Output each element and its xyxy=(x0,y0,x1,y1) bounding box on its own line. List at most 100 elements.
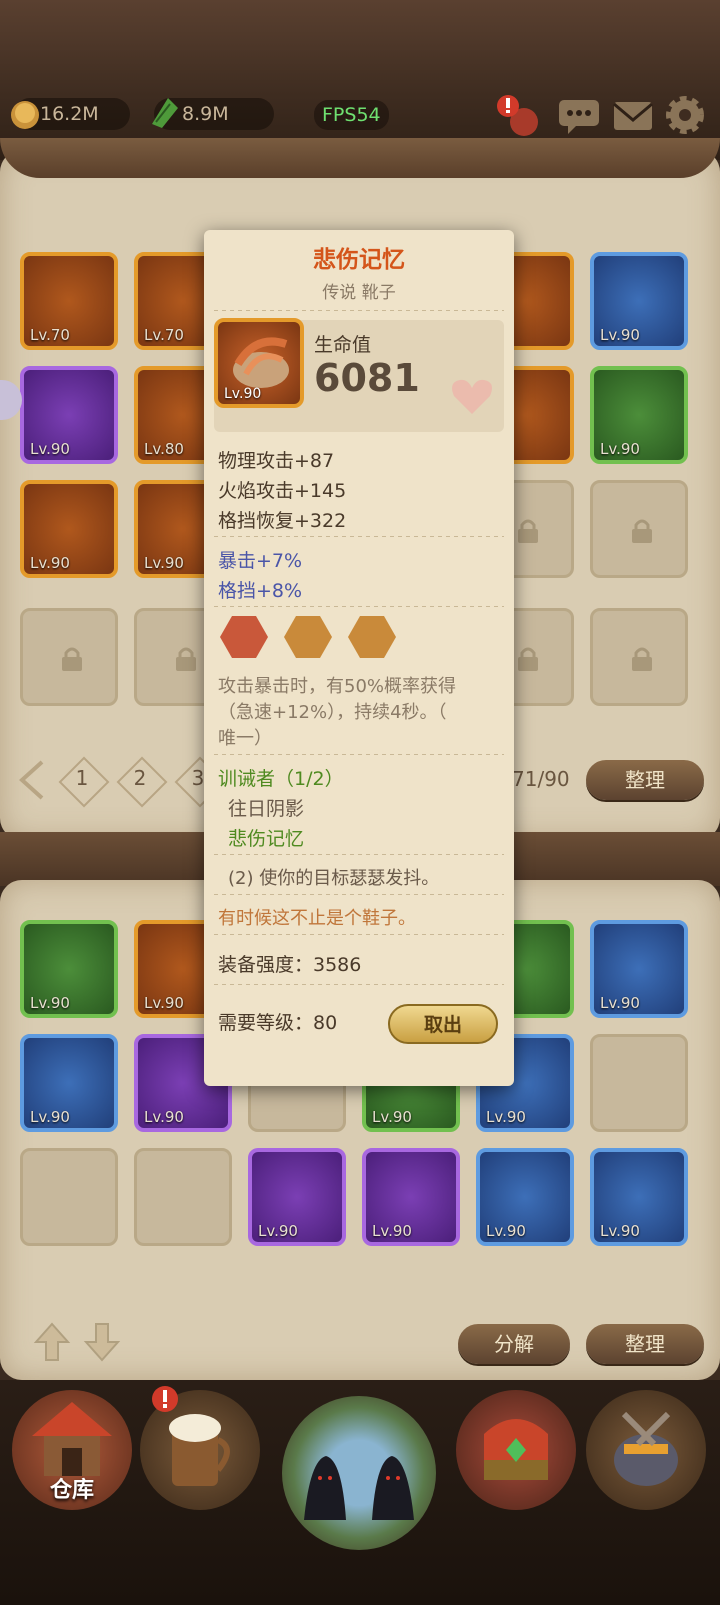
equipment-slot[interactable]: Lv.90 xyxy=(590,366,688,464)
lock-icon xyxy=(518,647,538,671)
page-prev-icon[interactable] xyxy=(18,760,46,800)
settings-gear-icon[interactable] xyxy=(662,92,708,138)
sort-button-lower[interactable]: 整理 xyxy=(586,1324,704,1364)
stat-line: 物理攻击+87 xyxy=(218,450,335,472)
divider xyxy=(214,754,504,755)
page-1-label: 1 xyxy=(75,766,89,790)
equipment-slot[interactable] xyxy=(590,1034,688,1132)
effect-line: 攻击暴击时，有50%概率获得 xyxy=(218,676,457,697)
main-stat-box: Lv.90 生命值 6081 xyxy=(214,318,504,432)
equipment-slot[interactable]: Lv.90 xyxy=(362,1148,460,1246)
bonus-stat-line: 格挡+8% xyxy=(218,580,303,602)
gem-counter[interactable]: 8.9M xyxy=(152,98,274,130)
slot-level: Lv.90 xyxy=(30,440,70,458)
forge-anvil-icon xyxy=(614,1411,678,1486)
mail-icon[interactable] xyxy=(610,92,656,138)
lock-icon xyxy=(632,519,652,543)
equipment-slot[interactable]: Lv.90 xyxy=(20,480,118,578)
lock-icon xyxy=(518,519,538,543)
equipment-slot[interactable] xyxy=(590,480,688,578)
slot-level: Lv.70 xyxy=(30,326,70,344)
equipment-slot[interactable] xyxy=(20,1148,118,1246)
slot-level: Lv.90 xyxy=(600,1222,640,1240)
heart-icon xyxy=(452,379,492,414)
divider xyxy=(214,606,504,607)
required-level: 需要等级：80 xyxy=(218,1012,338,1034)
equipment-slot[interactable]: Lv.90 xyxy=(590,1148,688,1246)
nav-forge[interactable] xyxy=(586,1390,706,1510)
locked-slot[interactable] xyxy=(590,608,688,706)
set-name: 训诫者（1/2） xyxy=(218,768,344,790)
nav-warehouse[interactable]: 仓库 xyxy=(12,1390,132,1510)
bonus-stat-line: 暴击+7% xyxy=(218,550,303,572)
slot-level: Lv.80 xyxy=(144,440,184,458)
slot-level: Lv.90 xyxy=(30,1108,70,1126)
divider xyxy=(214,894,504,895)
lock-icon xyxy=(62,647,82,671)
alert-badge-icon xyxy=(152,1386,178,1412)
divider xyxy=(214,536,504,537)
equipment-slot[interactable]: Lv.90 xyxy=(20,366,118,464)
set-item-inactive: 往日阴影 xyxy=(228,798,305,820)
capacity-text: 71/90 xyxy=(512,767,570,791)
flavor-text: 有时候这不止是个鞋子。 xyxy=(218,908,416,929)
lock-icon xyxy=(632,647,652,671)
gem-value: 8.9M xyxy=(182,103,229,125)
beer-mug-icon xyxy=(169,1414,230,1486)
chat-icon[interactable] xyxy=(556,92,602,138)
socket-red-icon xyxy=(220,616,268,658)
divider xyxy=(214,984,504,985)
fps-counter: FPS54 xyxy=(314,100,389,130)
equipment-slot[interactable]: Lv.90 xyxy=(248,1148,346,1246)
slot-level: Lv.90 xyxy=(372,1222,412,1240)
slot-level: Lv.90 xyxy=(486,1108,526,1126)
item-name: 悲伤记忆 xyxy=(313,247,405,273)
arrow-up-icon[interactable] xyxy=(32,1320,72,1364)
lock-icon xyxy=(176,647,196,671)
slot-level: Lv.90 xyxy=(144,1108,184,1126)
warehouse-house-icon xyxy=(32,1402,112,1476)
slot-level: Lv.90 xyxy=(372,1108,412,1126)
slot-level: Lv.90 xyxy=(486,1222,526,1240)
gold-value: 16.2M xyxy=(40,103,99,125)
arrow-down-icon[interactable] xyxy=(82,1320,122,1364)
nav-warehouse-label: 仓库 xyxy=(49,1478,94,1503)
nav-treasure[interactable] xyxy=(456,1390,576,1510)
crown-chest-icon xyxy=(484,1419,548,1480)
divider xyxy=(214,934,504,935)
slot-level: Lv.90 xyxy=(600,994,640,1012)
divider xyxy=(214,854,504,855)
equipment-slot[interactable]: Lv.90 xyxy=(20,920,118,1018)
item-icon-frame: Lv.90 xyxy=(214,318,304,408)
nav-battle[interactable] xyxy=(282,1396,436,1550)
slot-level: Lv.90 xyxy=(144,554,184,572)
set-item-active: 悲伤记忆 xyxy=(228,828,305,850)
equipment-slot[interactable]: Lv.90 xyxy=(476,1148,574,1246)
equipment-slot[interactable]: Lv.90 xyxy=(590,252,688,350)
divider xyxy=(214,310,504,311)
equipment-slot[interactable] xyxy=(134,1148,232,1246)
slot-level: Lv.90 xyxy=(30,554,70,572)
item-tooltip: 悲伤记忆 传说 靴子 Lv.90 生命值 6081 物理攻击+87 火焰攻击+1… xyxy=(204,230,514,1086)
leaf-gem-icon xyxy=(152,98,178,128)
stat-line: 格挡恢复+322 xyxy=(218,510,347,532)
sort-button-upper[interactable]: 整理 xyxy=(586,760,704,800)
slot-level: Lv.90 xyxy=(258,1222,298,1240)
decompose-button[interactable]: 分解 xyxy=(458,1324,570,1364)
equipment-slot[interactable]: Lv.90 xyxy=(590,920,688,1018)
avatar-alert-icon[interactable] xyxy=(496,92,542,138)
gold-counter[interactable]: 16.2M xyxy=(11,98,130,130)
socket-empty-icon xyxy=(348,616,396,658)
take-out-button[interactable]: 取出 xyxy=(388,1004,498,1044)
item-subtitle: 传说 靴子 xyxy=(322,283,396,303)
item-icon-level: Lv.90 xyxy=(224,386,262,402)
nav-tavern[interactable] xyxy=(140,1386,260,1510)
equipment-slot[interactable]: Lv.90 xyxy=(20,1034,118,1132)
slot-level: Lv.90 xyxy=(600,440,640,458)
locked-slot[interactable] xyxy=(20,608,118,706)
slot-level: Lv.70 xyxy=(144,326,184,344)
hooded-figures-icon xyxy=(304,1456,414,1520)
set-bonus: (2) 使你的目标瑟瑟发抖。 xyxy=(228,868,440,889)
stat-line: 火焰攻击+145 xyxy=(218,480,347,502)
equipment-slot[interactable]: Lv.70 xyxy=(20,252,118,350)
